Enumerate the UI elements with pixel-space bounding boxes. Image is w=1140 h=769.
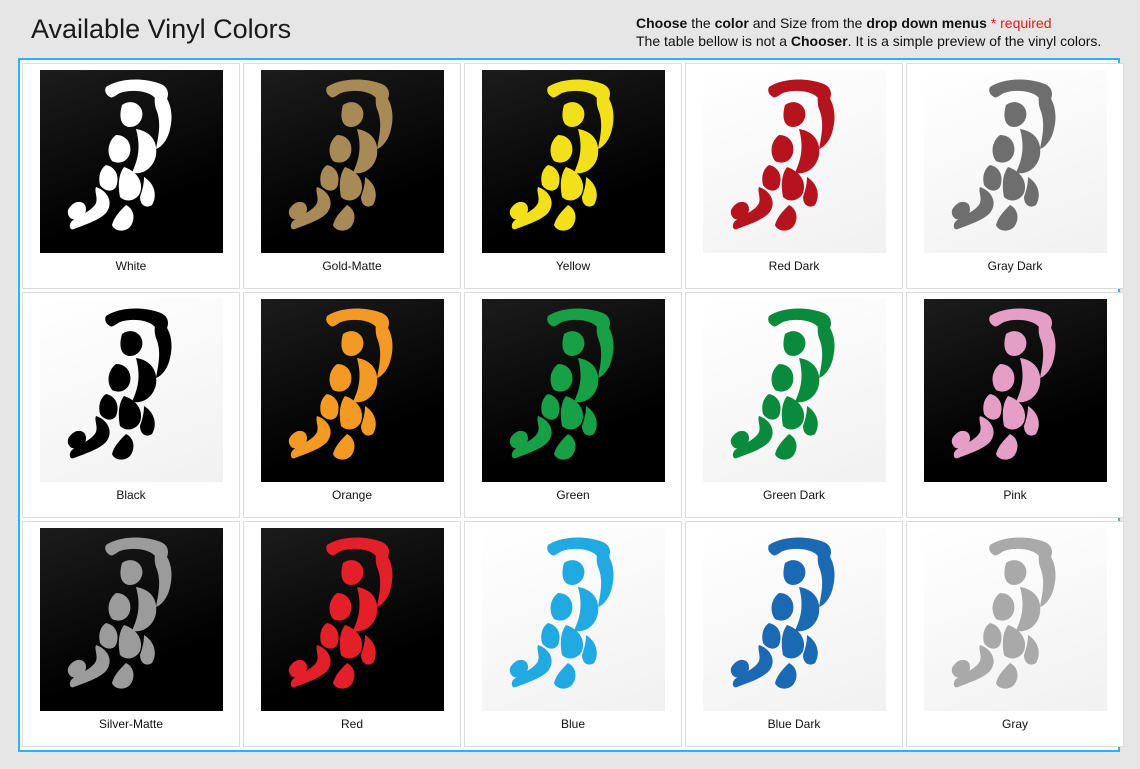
bodybuilder-decal-preview bbox=[702, 528, 886, 711]
color-label: Orange bbox=[331, 488, 373, 502]
color-card: Blue Dark bbox=[686, 522, 902, 746]
color-label: Green bbox=[556, 488, 590, 502]
color-card: White bbox=[23, 64, 239, 288]
choose-word: Choose bbox=[636, 15, 688, 31]
color-label: Black bbox=[116, 488, 146, 502]
bodybuilder-decal-preview bbox=[702, 299, 886, 482]
bodybuilder-icon bbox=[66, 537, 196, 702]
bodybuilder-icon bbox=[287, 79, 417, 244]
text: and Size from the bbox=[748, 15, 867, 31]
bodybuilder-decal-preview bbox=[39, 299, 223, 482]
color-card: Gray bbox=[907, 522, 1123, 746]
bodybuilder-decal-preview bbox=[481, 70, 665, 253]
color-word: color bbox=[714, 15, 749, 31]
bodybuilder-icon bbox=[729, 79, 859, 244]
color-card: Black bbox=[23, 293, 239, 517]
color-label: White bbox=[115, 259, 147, 273]
color-label: Red Dark bbox=[768, 259, 820, 273]
color-card: Pink bbox=[907, 293, 1123, 517]
color-preview-table: White Gold-Matte Yellow Red Dark Gray Dark Bl… bbox=[18, 58, 1123, 752]
bodybuilder-icon bbox=[508, 79, 638, 244]
bodybuilder-decal-preview bbox=[702, 70, 886, 253]
instructions-line-2: The table bellow is not a Chooser. It is… bbox=[636, 32, 1101, 50]
bodybuilder-icon bbox=[66, 79, 196, 244]
instructions: Choose the color and Size from the drop … bbox=[636, 14, 1101, 50]
bodybuilder-decal-preview bbox=[481, 299, 665, 482]
bodybuilder-icon bbox=[287, 537, 417, 702]
color-card: Green Dark bbox=[686, 293, 902, 517]
color-label: Pink bbox=[1003, 488, 1027, 502]
color-label: Yellow bbox=[555, 259, 591, 273]
color-card: Gray Dark bbox=[907, 64, 1123, 288]
color-label: Gold-Matte bbox=[322, 259, 382, 273]
color-label: Gray Dark bbox=[987, 259, 1043, 273]
color-label: Silver-Matte bbox=[98, 717, 163, 731]
bodybuilder-decal-preview bbox=[260, 299, 444, 482]
color-label: Blue bbox=[560, 717, 586, 731]
bodybuilder-decal-preview bbox=[481, 528, 665, 711]
bodybuilder-icon bbox=[729, 537, 859, 702]
color-card: Orange bbox=[244, 293, 460, 517]
color-label: Gray bbox=[1001, 717, 1028, 731]
required-note: * required bbox=[990, 15, 1052, 31]
color-card: Silver-Matte bbox=[23, 522, 239, 746]
color-card: Gold-Matte bbox=[244, 64, 460, 288]
color-label: Red bbox=[340, 717, 363, 731]
bodybuilder-icon bbox=[287, 308, 417, 473]
color-card: Blue bbox=[465, 522, 681, 746]
bodybuilder-decal-preview bbox=[260, 70, 444, 253]
color-card: Yellow bbox=[465, 64, 681, 288]
bodybuilder-icon bbox=[950, 79, 1080, 244]
color-label: Green Dark bbox=[762, 488, 826, 502]
page-title: Available Vinyl Colors bbox=[31, 14, 292, 44]
text: The table bellow is not a bbox=[636, 33, 791, 49]
bodybuilder-icon bbox=[508, 537, 638, 702]
bodybuilder-icon bbox=[950, 537, 1080, 702]
bodybuilder-icon bbox=[508, 308, 638, 473]
color-card: Red Dark bbox=[686, 64, 902, 288]
bodybuilder-decal-preview bbox=[39, 528, 223, 711]
color-card: Red bbox=[244, 522, 460, 746]
bodybuilder-decal-preview bbox=[923, 70, 1107, 253]
color-label: Blue Dark bbox=[767, 717, 821, 731]
bodybuilder-decal-preview bbox=[923, 299, 1107, 482]
color-card: Green bbox=[465, 293, 681, 517]
bodybuilder-decal-preview bbox=[260, 528, 444, 711]
instructions-line-1: Choose the color and Size from the drop … bbox=[636, 14, 1101, 32]
bodybuilder-icon bbox=[729, 308, 859, 473]
chooser-word: Chooser bbox=[790, 33, 848, 49]
text: the bbox=[687, 15, 715, 31]
bodybuilder-icon bbox=[950, 308, 1080, 473]
bodybuilder-decal-preview bbox=[39, 70, 223, 253]
text: . It is a simple preview of the vinyl co… bbox=[847, 33, 1102, 49]
drop-down-menus-word: drop down menus bbox=[866, 15, 987, 31]
color-grid: White Gold-Matte Yellow Red Dark Gray Dark Bl… bbox=[23, 64, 1123, 746]
bodybuilder-icon bbox=[66, 308, 196, 473]
bodybuilder-decal-preview bbox=[923, 528, 1107, 711]
